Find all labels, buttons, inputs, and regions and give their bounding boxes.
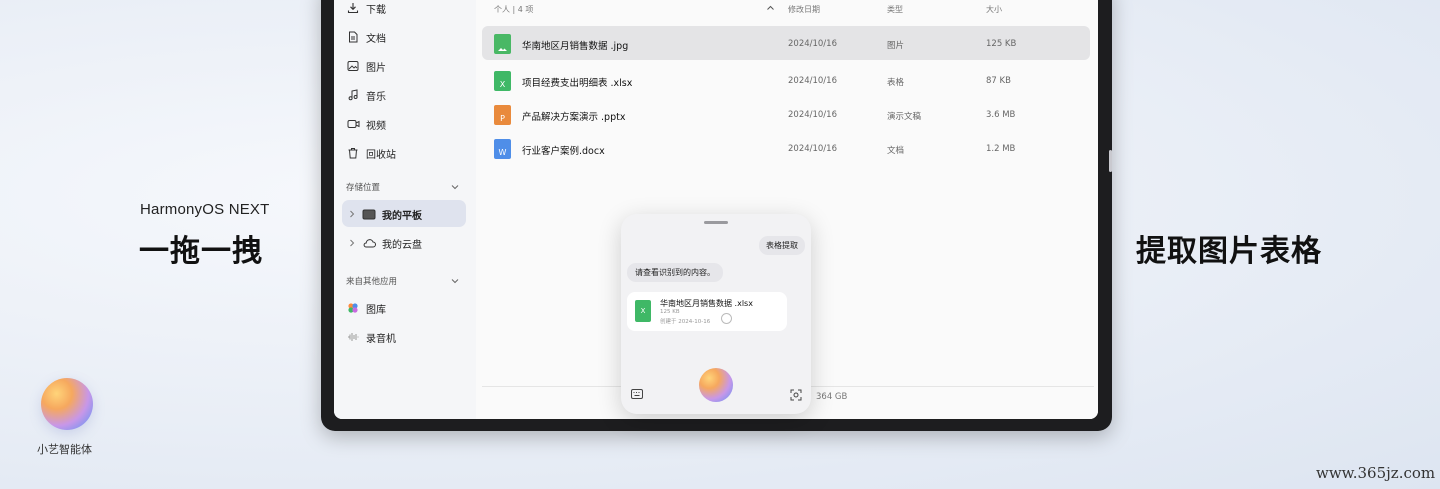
sidebar-item-label: 图片 [366, 62, 386, 74]
loading-spinner-icon [721, 313, 732, 324]
file-type: 演示文稿 [887, 112, 922, 122]
sidebar-item-my-tablet[interactable]: 我的平板 [348, 202, 422, 226]
file-size: 1.2 MB [986, 144, 1016, 154]
sidebar-item-downloads[interactable]: 下载 [346, 0, 386, 20]
sort-arrow-icon[interactable] [766, 4, 775, 12]
cloud-icon [362, 236, 376, 250]
image-icon [346, 59, 360, 73]
word-file-icon: W [494, 139, 511, 159]
sidebar-item-my-cloud[interactable]: 我的云盘 [348, 231, 422, 255]
sidebar-item-video[interactable]: 视频 [346, 112, 386, 136]
sidebar-item-label: 音乐 [366, 91, 386, 103]
column-header-size[interactable]: 大小 [986, 4, 1002, 15]
sidebar-item-music[interactable]: 音乐 [346, 83, 386, 107]
card-file-date: 创建于 2024-10-16 [660, 319, 711, 325]
storage-header: 存储位置 [346, 183, 381, 193]
image-file-icon [494, 34, 511, 54]
sidebar-item-label: 图库 [366, 304, 386, 316]
excel-file-icon: X [494, 71, 511, 91]
sidebar-item-label: 回收站 [366, 149, 396, 161]
tablet-side-button [1109, 150, 1112, 172]
file-size: 87 KB [986, 76, 1011, 86]
music-icon [346, 88, 360, 102]
xiaoyi-logo-icon [41, 378, 93, 430]
file-count-label: 个人 | 4 项 [494, 5, 534, 14]
slogan-right: 提取图片表格 [1136, 234, 1322, 269]
assistant-panel: 表格提取 请查看识别到的内容。 X 华南地区月销售数据 .xlsx 125 KB… [621, 214, 811, 414]
file-name: 产品解决方案演示 .pptx [522, 112, 626, 123]
file-row[interactable]: P 产品解决方案演示 .pptx 2024/10/16 演示文稿 3.6 MB [482, 97, 1090, 131]
apps-header: 来自其他应用 [346, 277, 398, 287]
file-row[interactable]: W 行业客户案例.docx 2024/10/16 文档 1.2 MB [482, 131, 1090, 165]
result-file-card[interactable]: X 华南地区月销售数据 .xlsx 125 KB 创建于 2024-10-16 [627, 292, 787, 331]
sidebar-item-recorder[interactable]: 录音机 [346, 325, 396, 349]
file-date: 2024/10/16 [788, 110, 837, 120]
watermark: www.365jz.com [1316, 464, 1436, 482]
storage-capacity: 364 GB [816, 392, 848, 402]
sidebar-item-label: 我的平板 [382, 210, 422, 222]
file-name: 项目经费支出明细表 .xlsx [522, 78, 633, 89]
sidebar-item-trash[interactable]: 回收站 [346, 141, 396, 165]
keyboard-icon[interactable] [631, 389, 643, 399]
chevron-down-icon[interactable] [450, 182, 460, 192]
harmonyos-brand: HarmonyOS NEXT [140, 201, 270, 218]
sidebar: 下载 文档 图片 音乐 视频 回收站 存储位置 我的平板 我的云盘 来自其他应用… [334, 0, 476, 419]
assistant-label: 小艺智能体 [37, 443, 92, 456]
file-type: 图片 [887, 41, 905, 51]
file-row[interactable]: X 项目经费支出明细表 .xlsx 2024/10/16 表格 87 KB [482, 63, 1090, 97]
sidebar-item-documents[interactable]: 文档 [346, 25, 386, 49]
user-message-bubble: 表格提取 [759, 236, 805, 255]
chevron-down-icon[interactable] [450, 276, 460, 286]
file-type: 文档 [887, 146, 905, 156]
sidebar-item-label: 我的云盘 [382, 239, 422, 251]
sidebar-item-images[interactable]: 图片 [346, 54, 386, 78]
sidebar-item-label: 文档 [366, 33, 386, 45]
download-icon [346, 1, 360, 15]
drag-handle[interactable] [704, 221, 728, 224]
document-icon [346, 30, 360, 44]
assistant-reply-bubble: 请查看识别到的内容。 [627, 263, 723, 282]
chevron-right-icon [348, 207, 356, 221]
file-row[interactable]: 华南地区月销售数据 .jpg 2024/10/16 图片 125 KB [482, 26, 1090, 60]
trash-icon [346, 146, 360, 160]
powerpoint-file-icon: P [494, 105, 511, 125]
xiaoyi-orb-icon[interactable] [699, 368, 733, 402]
tablet-icon [362, 207, 376, 221]
file-type: 表格 [887, 78, 905, 88]
card-file-name: 华南地区月销售数据 .xlsx [660, 299, 753, 308]
sidebar-item-label: 录音机 [366, 333, 396, 345]
slogan-left: 一拖一拽 [139, 234, 263, 269]
column-header-type[interactable]: 类型 [887, 4, 903, 15]
video-icon [346, 117, 360, 131]
card-file-size: 125 KB [660, 309, 680, 315]
file-date: 2024/10/16 [788, 76, 837, 86]
gallery-icon [346, 301, 360, 315]
column-header-date[interactable]: 修改日期 [788, 4, 820, 15]
chevron-right-icon [348, 236, 356, 250]
file-name: 行业客户案例.docx [522, 146, 605, 157]
sidebar-item-label: 视频 [366, 120, 386, 132]
recorder-icon [346, 330, 360, 344]
excel-file-icon: X [635, 300, 651, 322]
file-date: 2024/10/16 [788, 39, 837, 49]
file-name: 华南地区月销售数据 .jpg [522, 41, 629, 52]
sidebar-item-label: 下载 [366, 4, 386, 16]
file-size: 125 KB [986, 39, 1017, 49]
scan-icon[interactable] [790, 389, 802, 401]
file-size: 3.6 MB [986, 110, 1016, 120]
file-date: 2024/10/16 [788, 144, 837, 154]
sidebar-item-gallery[interactable]: 图库 [346, 296, 386, 320]
